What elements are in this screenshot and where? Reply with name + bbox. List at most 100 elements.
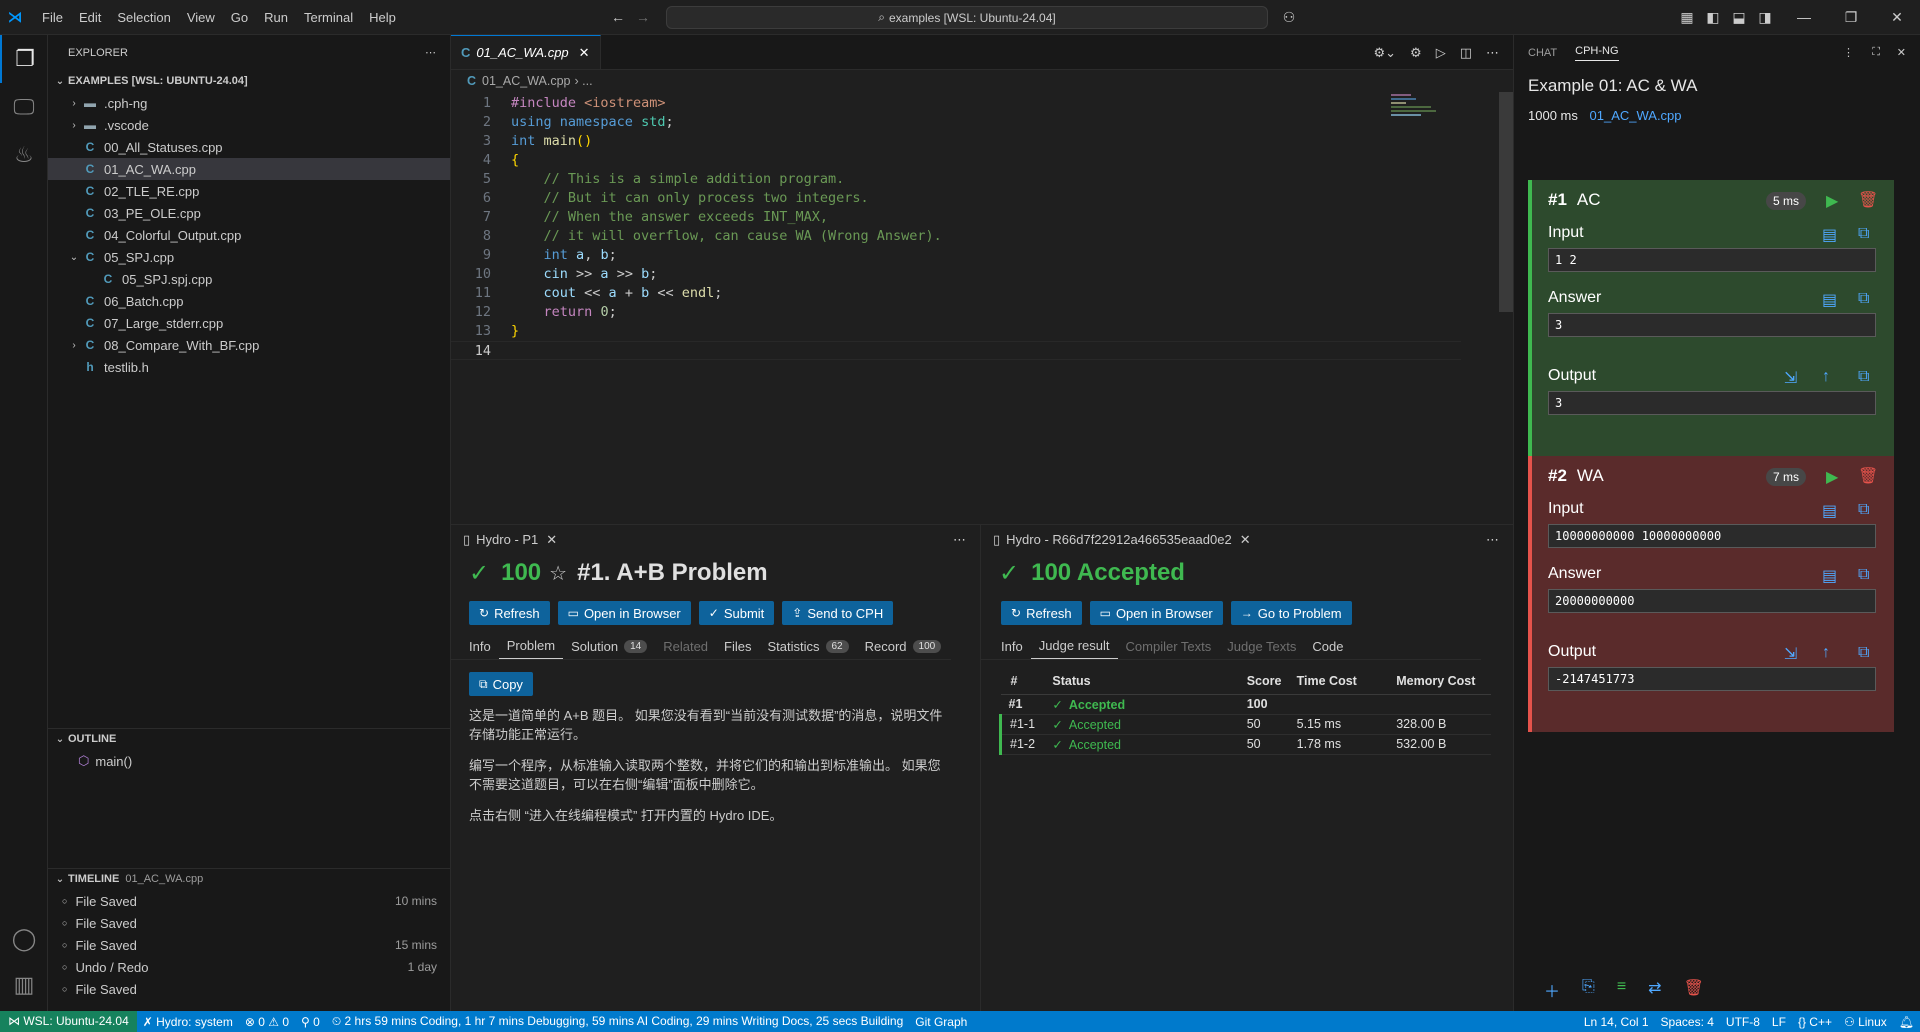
hydro-status[interactable]: ✗ Hydro: system	[137, 1015, 239, 1029]
open-in-browser-button[interactable]: ▭ Open in Browser	[557, 601, 691, 625]
delete-icon[interactable]: 🗑	[1858, 190, 1878, 210]
toggle-panel-icon[interactable]: ⬓	[1730, 8, 1748, 26]
tab-info[interactable]: Info	[461, 633, 499, 659]
delete-icon[interactable]: 🗑	[1858, 466, 1878, 486]
close-window-icon[interactable]: ✕	[1888, 8, 1906, 26]
file-icon[interactable]: ▤	[1822, 225, 1837, 245]
tab-related[interactable]: Related	[655, 633, 716, 659]
cursor-position[interactable]: Ln 14, Col 1	[1578, 1015, 1655, 1029]
run-icon[interactable]: ▷	[1436, 45, 1446, 61]
timeline-header[interactable]: ⌄ TIMELINE 01_AC_WA.cpp	[48, 868, 203, 890]
close-icon[interactable]: ✕	[1897, 46, 1906, 59]
tab-solution[interactable]: Solution 14	[563, 633, 655, 659]
output-field[interactable]: 3	[1548, 391, 1876, 415]
compare-icon[interactable]: ⇲	[1784, 644, 1797, 664]
ports-status[interactable]: ⚲ 0	[295, 1015, 326, 1029]
tree-item[interactable]: C 02_TLE_RE.cpp	[48, 180, 450, 202]
hydro-record-tab[interactable]: ▯ Hydro - R66d7f22912a466535eaad0e2 ✕	[993, 532, 1251, 548]
hydro-icon[interactable]: ♨	[0, 131, 48, 179]
close-tab-icon[interactable]: ✕	[579, 45, 590, 61]
compare-icon[interactable]: ⇄	[1648, 978, 1661, 1002]
copy-icon[interactable]: ⧉	[1858, 644, 1869, 662]
remote-indicator[interactable]: ⋈ WSL: Ubuntu-24.04	[0, 1011, 137, 1032]
breadcrumb-symbol[interactable]: › ...	[575, 74, 593, 88]
tree-item[interactable]: C 04_Colorful_Output.cpp	[48, 224, 450, 246]
answer-field[interactable]: 3	[1548, 313, 1876, 337]
tree-item[interactable]: h testlib.h	[48, 356, 450, 378]
menu-help[interactable]: Help	[361, 0, 404, 35]
arrow-up-icon[interactable]: ↑	[1822, 368, 1830, 386]
star-icon[interactable]: ☆	[549, 561, 567, 586]
output-field[interactable]: -2147451773	[1548, 667, 1876, 691]
explorer-icon[interactable]: ❐	[0, 35, 48, 83]
tree-item[interactable]: C 07_Large_stderr.cpp	[48, 312, 450, 334]
breadcrumb-file[interactable]: 01_AC_WA.cpp	[482, 74, 570, 88]
tree-item[interactable]: C 05_SPJ.spj.cpp	[48, 268, 450, 290]
refresh-button[interactable]: ↻ Refresh	[1001, 601, 1082, 625]
tab-chat[interactable]: CHAT	[1528, 47, 1557, 59]
load-testcases-icon[interactable]: ⎘	[1582, 978, 1595, 1002]
source-file-link[interactable]: 01_AC_WA.cpp	[1590, 108, 1682, 123]
os-status[interactable]: ⚇ Linux	[1838, 1015, 1893, 1029]
tab-problem[interactable]: Problem	[498, 633, 564, 659]
restore-icon[interactable]: ❐	[1842, 8, 1860, 26]
file-icon[interactable]: ▤	[1822, 566, 1837, 586]
delete-all-icon[interactable]: 🗑	[1684, 978, 1704, 1002]
tree-item[interactable]: › ▬ .cph-ng	[48, 92, 450, 114]
workspace-root[interactable]: ⌄ EXAMPLES [WSL: UBUNTU-24.04]	[48, 70, 450, 92]
more-actions-icon[interactable]: ⋯	[425, 46, 436, 59]
more-actions-icon[interactable]: ⋮	[1843, 46, 1854, 59]
answer-field[interactable]: 20000000000	[1548, 589, 1876, 613]
copy-icon[interactable]: ⧉	[1858, 501, 1869, 519]
tree-item[interactable]: › ▬ .vscode	[48, 114, 450, 136]
manage-gear-icon[interactable]: ▥	[0, 961, 48, 1009]
tree-item[interactable]: › C 08_Compare_With_BF.cpp	[48, 334, 450, 356]
timeline-item[interactable]: ○ File Saved	[48, 912, 451, 934]
problems-status[interactable]: ⊗ 0 ⚠ 0	[239, 1015, 295, 1029]
menu-go[interactable]: Go	[223, 0, 256, 35]
input-field[interactable]: 10000000000 10000000000	[1548, 524, 1876, 548]
tree-item[interactable]: C 01_AC_WA.cpp	[48, 158, 450, 180]
toggle-sidebar-icon[interactable]: ◧	[1704, 8, 1722, 26]
maximize-icon[interactable]: ⛶	[1872, 46, 1880, 59]
menu-terminal[interactable]: Terminal	[296, 0, 361, 35]
tab-judge-texts[interactable]: Judge Texts	[1219, 633, 1304, 659]
tab-statistics[interactable]: Statistics 62	[759, 633, 856, 659]
wakatime-status[interactable]: ⏲ 2 hrs 59 mins Coding, 1 hr 7 mins Debu…	[326, 1014, 909, 1029]
copy-button[interactable]: ⧉ Copy	[469, 672, 533, 696]
tab-compiler-texts[interactable]: Compiler Texts	[1118, 633, 1220, 659]
split-editor-icon[interactable]: ◫	[1460, 45, 1472, 61]
git-graph-button[interactable]: Git Graph	[909, 1015, 973, 1029]
tab-code[interactable]: Code	[1304, 633, 1351, 659]
copilot-icon[interactable]: ⚇	[1280, 8, 1298, 26]
forward-arrow-icon[interactable]: →	[634, 8, 652, 26]
testcase-title[interactable]: #2 WA	[1548, 466, 1604, 486]
code-editor[interactable]: 1 #include <iostream> 2 using namespace st…	[451, 92, 1513, 542]
toggle-secondary-sidebar-icon[interactable]: ◨	[1756, 8, 1774, 26]
menu-edit[interactable]: Edit	[71, 0, 109, 35]
run-all-icon[interactable]: ≡	[1617, 978, 1626, 1002]
timeline-item[interactable]: ○ File Saved 10 mins	[48, 890, 451, 912]
tab-cph-ng[interactable]: CPH-NG	[1575, 45, 1619, 61]
minimap[interactable]	[1391, 94, 1451, 124]
close-tab-icon[interactable]: ✕	[546, 532, 557, 547]
copy-icon[interactable]: ⧉	[1858, 225, 1869, 243]
file-icon[interactable]: ▤	[1822, 501, 1837, 521]
tab-record[interactable]: Record 100	[857, 633, 950, 659]
close-tab-icon[interactable]: ✕	[1240, 532, 1251, 547]
input-field[interactable]: 1 2	[1548, 248, 1876, 272]
menu-file[interactable]: File	[34, 0, 71, 35]
more-actions-icon[interactable]: ⋯	[1486, 45, 1499, 61]
outline-item-main[interactable]: ⬡ main()	[78, 750, 132, 772]
customize-layout-icon[interactable]: ▦	[1678, 8, 1696, 26]
copy-icon[interactable]: ⧉	[1858, 566, 1869, 584]
account-icon[interactable]: ◯	[0, 915, 48, 963]
menu-view[interactable]: View	[179, 0, 223, 35]
language-mode[interactable]: {} C++	[1792, 1015, 1838, 1029]
go-to-problem-button[interactable]: → Go to Problem	[1230, 601, 1352, 625]
tab-judge-result[interactable]: Judge result	[1030, 633, 1118, 659]
timeline-item[interactable]: ○ File Saved	[48, 978, 451, 1000]
add-testcase-icon[interactable]: ＋	[1544, 978, 1560, 1002]
more-actions-icon[interactable]: ⋯	[1486, 532, 1499, 548]
minimize-icon[interactable]: —	[1795, 8, 1813, 26]
